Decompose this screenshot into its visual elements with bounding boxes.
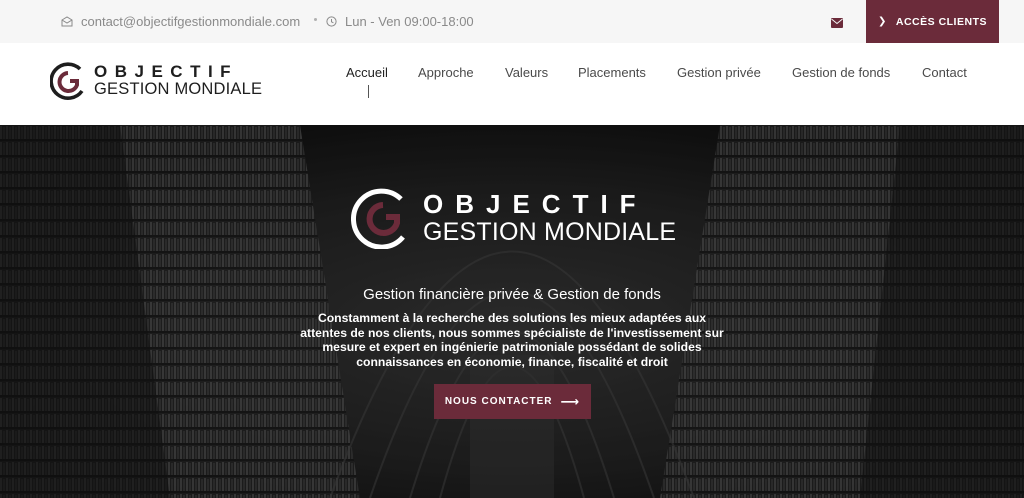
client-access-label: ACCÈS CLIENTS <box>895 15 987 28</box>
hero-logo-line-1: OBJECTIF <box>423 189 648 219</box>
contact-us-label: NOUS CONTACTER <box>444 396 553 407</box>
hero-description-line: attentes de nos clients, nous sommes spé… <box>300 325 724 340</box>
logo-line-2: GESTION MONDIALE <box>94 80 263 98</box>
hero-subtitle: Gestion financière privée & Gestion de f… <box>363 286 661 303</box>
email-text[interactable]: contact@objectifgestionmondiale.com <box>81 14 300 29</box>
nav-item-contact[interactable]: Contact <box>922 65 967 80</box>
client-access-button[interactable]: ❯ ACCÈS CLIENTS <box>866 0 999 43</box>
chevron-right-icon: ❯ <box>878 16 887 27</box>
nav-item-approche[interactable]: Approche <box>418 65 474 80</box>
hero-description-line: mesure et expert en ingénierie patrimoni… <box>322 340 702 354</box>
nav-item-valeurs[interactable]: Valeurs <box>505 65 548 80</box>
hero-logo-mark-icon <box>351 188 405 249</box>
logo-mark-icon <box>50 62 84 100</box>
separator-dot <box>314 18 317 21</box>
hero-section: OBJECTIF GESTION MONDIALE Gestion financ… <box>0 125 1024 498</box>
hero-description-line: Constamment à la recherche des solutions… <box>317 311 707 325</box>
header: OBJECTIF GESTION MONDIALE Accueil Approc… <box>0 43 1024 125</box>
hours-text: Lun - Ven 09:00-18:00 <box>345 14 474 29</box>
opening-hours: Lun - Ven 09:00-18:00 <box>326 0 474 43</box>
clock-icon <box>326 16 337 27</box>
active-nav-indicator <box>368 85 369 98</box>
envelope-outline-icon <box>61 16 73 27</box>
contact-us-button[interactable]: NOUS CONTACTER ⟶ <box>434 384 591 419</box>
hero-description: Constamment à la recherche des solutions… <box>262 311 762 369</box>
nav-item-gestion-privee[interactable]: Gestion privée <box>677 65 761 80</box>
logo-line-1: OBJECTIF <box>94 62 239 81</box>
hero-logo-line-2: GESTION MONDIALE <box>423 218 677 246</box>
contact-email[interactable]: contact@objectifgestionmondiale.com <box>61 0 300 43</box>
arrow-right-icon: ⟶ <box>560 393 581 409</box>
nav-item-gestion-de-fonds[interactable]: Gestion de fonds <box>792 65 890 80</box>
nav-item-accueil[interactable]: Accueil <box>346 65 388 80</box>
top-bar: contact@objectifgestionmondiale.com Lun … <box>0 0 1024 43</box>
hero-description-line: connaissances en économie, finance, fisc… <box>356 354 668 369</box>
nav-item-placements[interactable]: Placements <box>578 65 646 80</box>
hero-logo: OBJECTIF GESTION MONDIALE <box>351 187 681 249</box>
envelope-icon[interactable] <box>831 15 845 28</box>
site-logo[interactable]: OBJECTIF GESTION MONDIALE <box>50 61 265 101</box>
